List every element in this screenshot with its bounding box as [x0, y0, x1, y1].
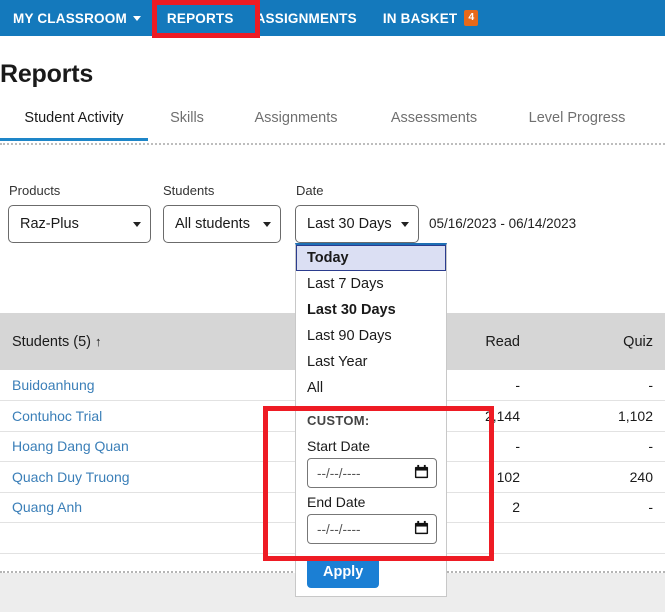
student-name-link[interactable]: Contuhoc Trial	[0, 401, 268, 432]
cell-quiz: -	[532, 492, 665, 523]
nav-label-assignments: ASSIGNMENTS	[256, 11, 357, 26]
in-basket-count-badge: 4	[464, 10, 478, 26]
start-date-label: Start Date	[296, 432, 446, 458]
students-select[interactable]: All students	[163, 205, 281, 243]
cell-quiz: -	[532, 431, 665, 462]
calendar-icon[interactable]	[414, 464, 429, 482]
dropdown-option-last-30-days[interactable]: Last 30 Days	[296, 297, 446, 323]
dropdown-option-last-year[interactable]: Last Year	[296, 349, 446, 375]
student-name-link[interactable]: Quach Duy Truong	[0, 462, 268, 493]
cell-quiz: 240	[532, 462, 665, 493]
page-title: Reports	[0, 60, 93, 89]
tab-label-assessments: Assessments	[391, 110, 477, 126]
chevron-down-icon	[133, 16, 141, 21]
top-navbar: MY CLASSROOM REPORTS ASSIGNMENTS IN BASK…	[0, 0, 665, 36]
tab-label-assignments: Assignments	[254, 110, 337, 126]
tab-assignments[interactable]: Assignments	[226, 110, 366, 138]
nav-item-assignments[interactable]: ASSIGNMENTS	[256, 11, 357, 26]
end-date-label: End Date	[296, 488, 446, 514]
nav-item-reports[interactable]: REPORTS	[167, 11, 234, 26]
calendar-icon[interactable]	[414, 520, 429, 538]
dropdown-option-label: Last 7 Days	[307, 276, 384, 292]
date-range-text: 05/16/2023 - 06/14/2023	[429, 216, 576, 231]
report-tabs: Student Activity Skills Assignments Asse…	[0, 110, 665, 144]
tab-level-progress[interactable]: Level Progress	[502, 110, 652, 138]
student-name-link	[0, 523, 268, 554]
dropdown-option-label: Last 90 Days	[307, 328, 392, 344]
nav-label-my-classroom: MY CLASSROOM	[13, 11, 127, 26]
chevron-down-icon	[263, 222, 271, 227]
dropdown-option-last-7-days[interactable]: Last 7 Days	[296, 271, 446, 297]
apply-button[interactable]: Apply	[307, 557, 379, 588]
dropdown-option-label: Last 30 Days	[307, 302, 396, 318]
students-filter-label: Students	[163, 183, 214, 198]
end-date-value: --/--/----	[317, 522, 360, 537]
date-range-dropdown: Today Last 7 Days Last 30 Days Last 90 D…	[295, 243, 447, 597]
chevron-down-icon	[401, 222, 409, 227]
student-name-link[interactable]: Buidoanhung	[0, 370, 268, 401]
start-date-input[interactable]: --/--/----	[307, 458, 437, 488]
dropdown-option-label: Today	[307, 250, 349, 266]
date-select-value: Last 30 Days	[307, 216, 392, 232]
products-select-value: Raz-Plus	[20, 216, 79, 232]
tabs-divider	[0, 143, 665, 145]
nav-item-in-basket[interactable]: IN BASKET 4	[383, 10, 479, 26]
tab-label-student-activity: Student Activity	[24, 110, 123, 126]
nav-label-in-basket: IN BASKET	[383, 11, 458, 26]
nav-item-my-classroom[interactable]: MY CLASSROOM	[13, 11, 141, 26]
students-select-value: All students	[175, 216, 250, 232]
cell-quiz: 1,102	[532, 401, 665, 432]
tab-label-level-progress: Level Progress	[529, 110, 626, 126]
tab-skills[interactable]: Skills	[148, 110, 226, 138]
header-students-label: Students (5)	[12, 334, 91, 350]
cell-quiz: -	[532, 370, 665, 401]
dropdown-option-today[interactable]: Today	[296, 245, 446, 271]
student-name-link[interactable]: Quang Anh	[0, 492, 268, 523]
start-date-value: --/--/----	[317, 466, 360, 481]
student-name-link[interactable]: Hoang Dang Quan	[0, 431, 268, 462]
products-filter-label: Products	[9, 183, 60, 198]
dropdown-option-label: Last Year	[307, 354, 367, 370]
end-date-input[interactable]: --/--/----	[307, 514, 437, 544]
header-students[interactable]: Students (5) ↑	[0, 313, 268, 370]
nav-label-reports: REPORTS	[167, 11, 234, 26]
sort-ascending-icon: ↑	[95, 334, 102, 349]
tab-assessments[interactable]: Assessments	[366, 110, 502, 138]
date-filter-label: Date	[296, 183, 323, 198]
cell-quiz	[532, 523, 665, 554]
header-quiz-label: Quiz	[623, 334, 653, 350]
custom-range-heading: CUSTOM:	[296, 401, 446, 432]
header-quiz[interactable]: Quiz	[532, 313, 665, 370]
dropdown-option-last-90-days[interactable]: Last 90 Days	[296, 323, 446, 349]
tab-student-activity[interactable]: Student Activity	[0, 110, 148, 141]
header-read-label: Read	[485, 334, 520, 350]
tab-label-skills: Skills	[170, 110, 204, 126]
chevron-down-icon	[133, 222, 141, 227]
products-select[interactable]: Raz-Plus	[8, 205, 151, 243]
date-range-select[interactable]: Last 30 Days	[295, 205, 419, 243]
dropdown-option-label: All	[307, 380, 323, 396]
dropdown-option-all[interactable]: All	[296, 375, 446, 401]
